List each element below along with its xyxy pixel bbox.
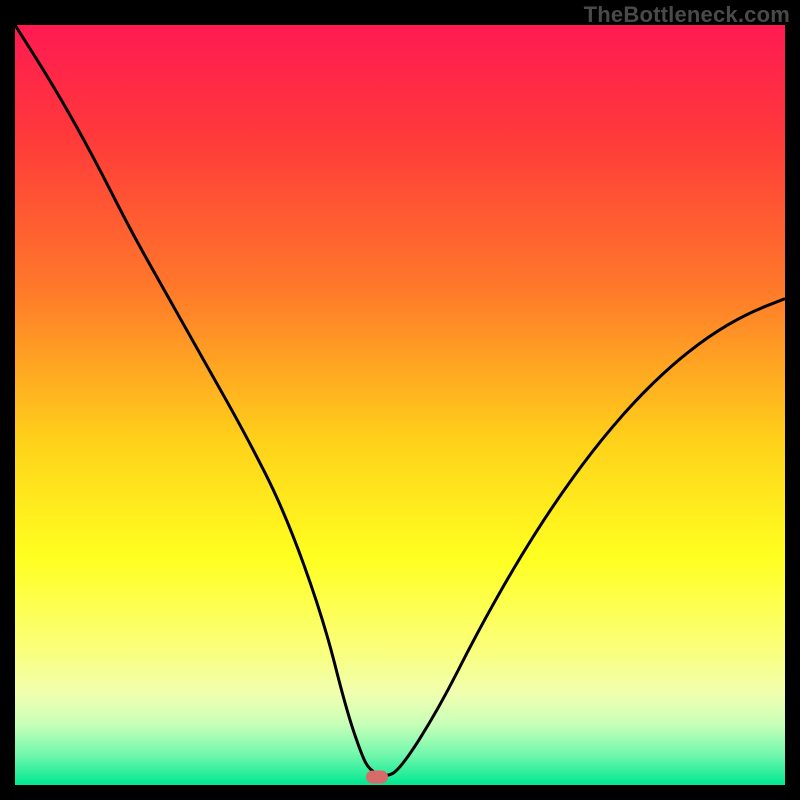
chart-frame: TheBottleneck.com	[0, 0, 800, 800]
watermark-text: TheBottleneck.com	[584, 2, 790, 28]
gradient-rect	[15, 25, 785, 785]
plot-svg	[15, 25, 785, 785]
plot-area	[15, 25, 785, 785]
minimum-marker	[366, 771, 388, 784]
